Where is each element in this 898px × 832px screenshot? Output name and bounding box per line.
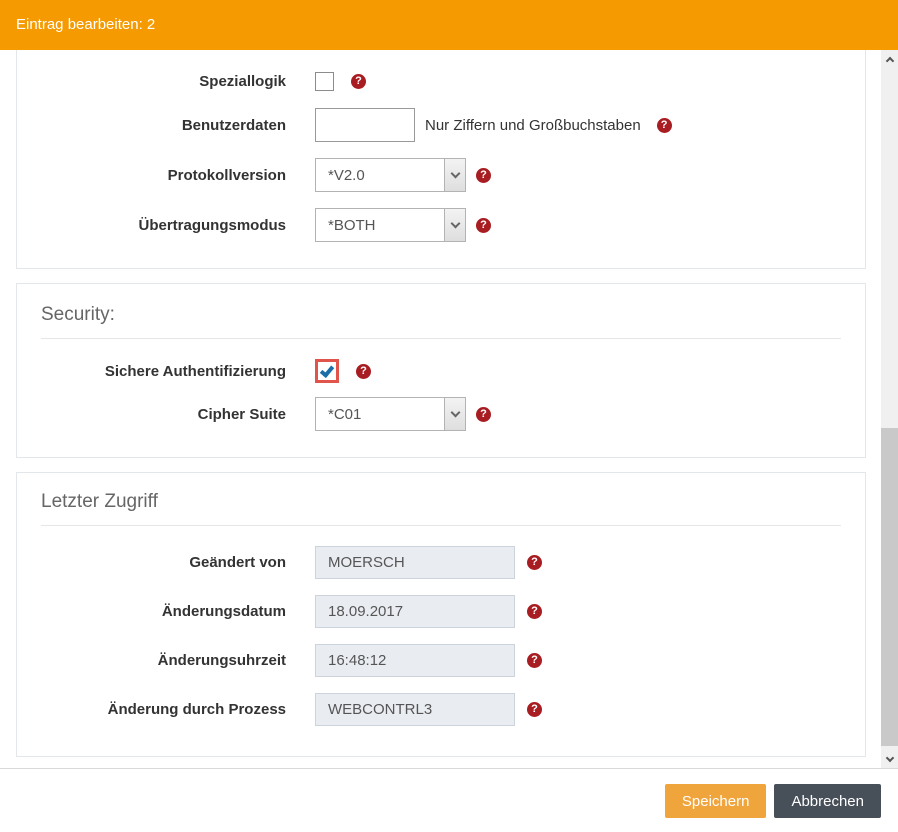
check-icon bbox=[320, 362, 334, 377]
geaendert-von-input bbox=[315, 546, 515, 579]
letzter-zugriff-section-title: Letzter Zugriff bbox=[41, 491, 841, 526]
chevron-down-icon bbox=[885, 753, 893, 761]
chevron-down-icon bbox=[450, 169, 460, 179]
vertical-scrollbar[interactable] bbox=[881, 50, 898, 768]
row-aenderungsdatum: Änderungsdatum ? bbox=[41, 595, 841, 628]
row-geaendert-von: Geändert von ? bbox=[41, 546, 841, 579]
row-cipher-suite: Cipher Suite *C01 ? bbox=[41, 397, 841, 431]
help-icon[interactable]: ? bbox=[527, 702, 542, 717]
benutzerdaten-label: Benutzerdaten bbox=[41, 117, 286, 134]
aenderungsuhrzeit-input bbox=[315, 644, 515, 677]
select-dropdown-button[interactable] bbox=[444, 398, 465, 430]
dialog-title: Eintrag bearbeiten: 2 bbox=[16, 16, 155, 33]
panel-connection-options: Speziallogik ? Benutzerdaten Nur Ziffern… bbox=[16, 50, 866, 269]
help-icon[interactable]: ? bbox=[657, 118, 672, 133]
scroll-up-button[interactable] bbox=[881, 50, 898, 68]
chevron-up-icon bbox=[885, 56, 893, 64]
select-dropdown-button[interactable] bbox=[444, 159, 465, 191]
help-icon[interactable]: ? bbox=[356, 364, 371, 379]
help-icon[interactable]: ? bbox=[527, 653, 542, 668]
row-benutzerdaten: Benutzerdaten Nur Ziffern und Großbuchst… bbox=[41, 108, 841, 142]
geaendert-von-label: Geändert von bbox=[41, 554, 286, 571]
help-icon[interactable]: ? bbox=[476, 407, 491, 422]
help-icon[interactable]: ? bbox=[527, 604, 542, 619]
aenderungsdatum-label: Änderungsdatum bbox=[41, 603, 286, 620]
aenderung-durch-prozess-label: Änderung durch Prozess bbox=[41, 701, 286, 718]
row-sichere-authentifizierung: Sichere Authentifizierung ? bbox=[41, 359, 841, 383]
aenderungsuhrzeit-label: Änderungsuhrzeit bbox=[41, 652, 286, 669]
protokollversion-label: Protokollversion bbox=[41, 167, 286, 184]
save-button[interactable]: Speichern bbox=[665, 784, 767, 818]
uebertragungsmodus-label: Übertragungsmodus bbox=[41, 217, 286, 234]
row-aenderungsuhrzeit: Änderungsuhrzeit ? bbox=[41, 644, 841, 677]
select-dropdown-button[interactable] bbox=[444, 209, 465, 241]
dialog-header: Eintrag bearbeiten: 2 bbox=[0, 0, 898, 50]
scroll-down-button[interactable] bbox=[881, 750, 898, 768]
help-icon[interactable]: ? bbox=[351, 74, 366, 89]
sichere-authentifizierung-checkbox[interactable] bbox=[318, 362, 336, 380]
help-icon[interactable]: ? bbox=[527, 555, 542, 570]
scrollbar-thumb[interactable] bbox=[881, 428, 898, 746]
row-aenderung-durch-prozess: Änderung durch Prozess ? bbox=[41, 693, 841, 726]
chevron-down-icon bbox=[450, 219, 460, 229]
uebertragungsmodus-select[interactable]: *BOTH bbox=[315, 208, 466, 242]
row-protokollversion: Protokollversion *V2.0 ? bbox=[41, 158, 841, 192]
aenderung-durch-prozess-input bbox=[315, 693, 515, 726]
cipher-suite-select[interactable]: *C01 bbox=[315, 397, 466, 431]
cancel-button[interactable]: Abbrechen bbox=[774, 784, 881, 818]
benutzerdaten-hint: Nur Ziffern und Großbuchstaben bbox=[425, 117, 641, 134]
sichere-authentifizierung-label: Sichere Authentifizierung bbox=[41, 363, 286, 380]
speziallogik-checkbox[interactable] bbox=[315, 72, 334, 91]
dialog-footer: Speichern Abbrechen bbox=[0, 768, 898, 832]
help-icon[interactable]: ? bbox=[476, 218, 491, 233]
row-speziallogik: Speziallogik ? bbox=[41, 72, 841, 91]
benutzerdaten-input[interactable] bbox=[315, 108, 415, 142]
help-icon[interactable]: ? bbox=[476, 168, 491, 183]
protokollversion-select[interactable]: *V2.0 bbox=[315, 158, 466, 192]
security-section-title: Security: bbox=[41, 304, 841, 339]
panel-security: Security: Sichere Authentifizierung ? Ci… bbox=[16, 283, 866, 458]
cipher-suite-value: *C01 bbox=[316, 406, 361, 423]
row-uebertragungsmodus: Übertragungsmodus *BOTH ? bbox=[41, 208, 841, 242]
uebertragungsmodus-value: *BOTH bbox=[316, 217, 376, 234]
cipher-suite-label: Cipher Suite bbox=[41, 406, 286, 423]
speziallogik-label: Speziallogik bbox=[41, 73, 286, 90]
chevron-down-icon bbox=[450, 408, 460, 418]
dialog-body: Speziallogik ? Benutzerdaten Nur Ziffern… bbox=[0, 50, 881, 768]
panel-letzter-zugriff: Letzter Zugriff Geändert von ? Änderungs… bbox=[16, 472, 866, 757]
protokollversion-value: *V2.0 bbox=[316, 167, 365, 184]
aenderungsdatum-input bbox=[315, 595, 515, 628]
